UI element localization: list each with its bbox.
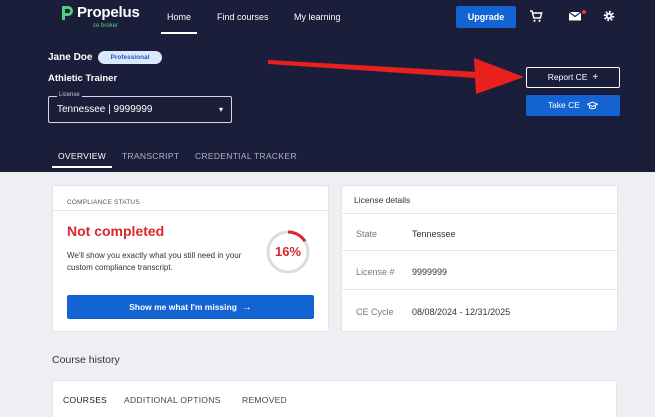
- report-ce-label: Report CE: [547, 72, 588, 82]
- tab-credential-tracker[interactable]: CREDENTIAL TRACKER: [195, 151, 297, 161]
- show-missing-label: Show me what I'm missing: [129, 302, 237, 312]
- nav-home[interactable]: Home: [160, 12, 198, 34]
- divider: [53, 210, 328, 211]
- cart-icon[interactable]: [529, 9, 543, 23]
- plus-icon: +: [592, 71, 599, 83]
- tab-additional-options[interactable]: ADDITIONAL OPTIONS: [124, 395, 221, 405]
- divider: [342, 289, 617, 290]
- compliance-description: We'll show you exactly what you still ne…: [67, 251, 242, 272]
- license-legend: License: [57, 92, 82, 98]
- license-details-card: License details State Tennessee License …: [342, 186, 617, 331]
- license-row-value: 08/08/2024 - 12/31/2025: [412, 307, 511, 317]
- course-history-card: COURSES ADDITIONAL OPTIONS REMOVED: [53, 381, 616, 417]
- license-row-label: CE Cycle: [356, 307, 394, 317]
- tab-overview[interactable]: OVERVIEW: [51, 151, 113, 168]
- take-ce-label: Take CE: [547, 100, 580, 110]
- license-select[interactable]: License Tennessee | 9999999 ▾: [48, 92, 232, 123]
- arrow-right-icon: →: [241, 301, 252, 313]
- mail-icon[interactable]: [568, 9, 582, 23]
- compliance-header: COMPLIANCE STATUS: [67, 199, 140, 206]
- upgrade-button[interactable]: Upgrade: [456, 6, 516, 28]
- compliance-status-text: Not completed: [67, 223, 165, 239]
- top-navigation: Propelus ce broker Home Find courses My …: [0, 0, 655, 36]
- brand-name: Propelus: [77, 4, 140, 21]
- license-row-label: State: [356, 229, 378, 239]
- logo-mark-icon: [62, 6, 73, 20]
- divider: [342, 213, 617, 214]
- user-name: Jane Doe: [48, 52, 93, 63]
- gear-icon[interactable]: [602, 9, 616, 23]
- brand-subtitle: ce broker: [93, 23, 119, 29]
- tab-transcript[interactable]: TRANSCRIPT: [122, 151, 179, 161]
- show-missing-button[interactable]: Show me what I'm missing →: [67, 295, 314, 319]
- license-value: Tennessee | 9999999: [57, 104, 153, 115]
- profession-label: Athletic Trainer: [48, 73, 118, 84]
- license-row-label: License #: [356, 267, 395, 277]
- nav-find-courses[interactable]: Find courses: [217, 12, 269, 22]
- tab-removed[interactable]: REMOVED: [242, 395, 287, 405]
- graduation-cap-icon: [587, 101, 599, 110]
- chevron-down-icon: ▾: [218, 105, 223, 114]
- progress-percent: 16%: [274, 244, 302, 259]
- red-annotation-arrow: [268, 58, 524, 94]
- nav-my-learning[interactable]: My learning: [294, 12, 341, 22]
- course-history-title: Course history: [52, 354, 120, 366]
- take-ce-button[interactable]: Take CE: [526, 95, 620, 116]
- report-ce-button[interactable]: Report CE +: [526, 67, 620, 88]
- compliance-status-card: COMPLIANCE STATUS Not completed We'll sh…: [53, 186, 328, 331]
- divider: [342, 250, 617, 251]
- plan-badge: Professional: [98, 51, 162, 64]
- license-row-value: 9999999: [412, 267, 448, 277]
- tab-courses[interactable]: COURSES: [63, 395, 107, 405]
- license-row-value: Tennessee: [412, 229, 456, 239]
- notification-dot: [582, 10, 586, 14]
- license-details-title: License details: [354, 195, 411, 205]
